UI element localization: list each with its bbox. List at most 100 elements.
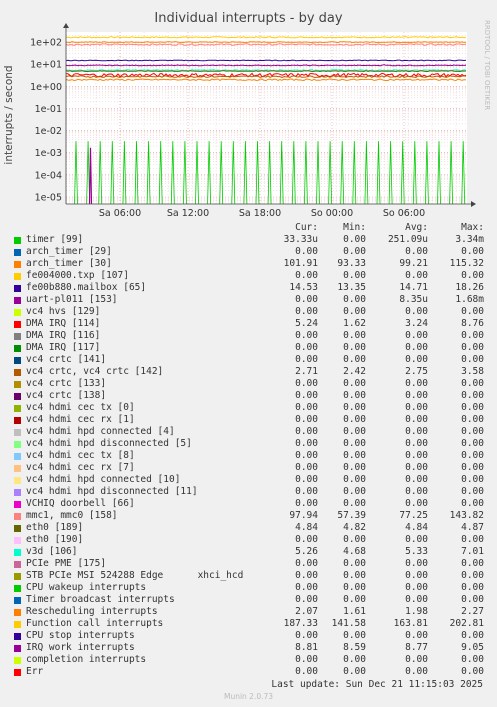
legend-row: Rescheduling interrupts 2.07 1.61 1.98 2.27 xyxy=(0,606,497,618)
legend-value-max: 0.00 xyxy=(461,654,484,665)
legend-value-avg: 0.00 xyxy=(405,438,428,449)
legend-value-min: 57.39 xyxy=(337,510,366,521)
legend-value-avg: 0.00 xyxy=(405,246,428,257)
legend-value-avg: 8.35u xyxy=(399,294,428,305)
legend-row: PCIe PME [175] 0.00 0.00 0.00 0.00 xyxy=(0,558,497,570)
legend-swatch xyxy=(14,345,21,352)
legend-row: DMA IRQ [116] 0.00 0.00 0.00 0.00 xyxy=(0,330,497,342)
legend-label: DMA IRQ [116] xyxy=(26,330,101,341)
legend-row: timer [99] 33.33u 0.00 251.09u 3.34m xyxy=(0,234,497,246)
legend-swatch xyxy=(14,597,21,604)
x-axis-arrow xyxy=(471,201,476,207)
legend-value-max: 9.05 xyxy=(461,642,484,653)
x-tick-label: Sa 06:00 xyxy=(99,208,141,219)
legend-swatch xyxy=(14,357,21,364)
legend-value-min: 93.33 xyxy=(337,258,366,269)
legend-value-min: 0.00 xyxy=(343,294,366,305)
legend-row: STB PCIe MSI 524288 Edge xhci_hcd 0.00 0.0… xyxy=(0,570,497,582)
legend-row: vc4 hdmi hpd connected [4] 0.00 0.00 0.00 0.… xyxy=(0,426,497,438)
legend-value-cur: 0.00 xyxy=(295,402,318,413)
legend-value-cur: 0.00 xyxy=(295,438,318,449)
y-tick-label: 1e+00 xyxy=(30,82,62,93)
legend-value-max: 143.82 xyxy=(449,510,484,521)
legend-row: uart-pl011 [153] 0.00 0.00 8.35u 1.68m xyxy=(0,294,497,306)
legend-value-avg: 0.00 xyxy=(405,342,428,353)
legend-row: VCHIQ doorbell [66] 0.00 0.00 0.00 0.00 xyxy=(0,498,497,510)
legend-value-cur: 0.00 xyxy=(295,414,318,425)
legend-header-avg: Avg: xyxy=(405,222,428,233)
legend-value-min: 0.00 xyxy=(343,234,366,245)
legend-value-cur: 0.00 xyxy=(295,498,318,509)
legend-value-max: 0.00 xyxy=(461,570,484,581)
legend-value-avg: 0.00 xyxy=(405,498,428,509)
x-tick-label: Sa 12:00 xyxy=(167,208,209,219)
legend-label: DMA IRQ [117] xyxy=(26,342,101,353)
legend-value-max: 8.76 xyxy=(461,318,484,329)
legend-value-avg: 77.25 xyxy=(399,510,428,521)
legend-swatch xyxy=(14,417,21,424)
legend-value-min: 0.00 xyxy=(343,498,366,509)
legend-value-max: 0.00 xyxy=(461,558,484,569)
legend-value-avg: 8.77 xyxy=(405,642,428,653)
legend-swatch xyxy=(14,369,21,376)
legend-value-avg: 4.84 xyxy=(405,522,428,533)
legend-value-max: 0.00 xyxy=(461,402,484,413)
legend-label: vc4 hdmi cec rx [1] xyxy=(26,414,135,425)
legend-label: eth0 [190] xyxy=(26,534,84,545)
legend-value-avg: 0.00 xyxy=(405,558,428,569)
legend-label: arch_timer [29] xyxy=(26,246,112,257)
legend-value-max: 0.00 xyxy=(461,270,484,281)
legend-value-min: 2.42 xyxy=(343,366,366,377)
legend-value-avg: 0.00 xyxy=(405,390,428,401)
legend-row: v3d [106] 5.26 4.68 5.33 7.01 xyxy=(0,546,497,558)
legend-swatch xyxy=(14,321,21,328)
legend-value-avg: 0.00 xyxy=(405,414,428,425)
legend-swatch xyxy=(14,261,21,268)
legend-row: fe004000.txp [107] 0.00 0.00 0.00 0.00 xyxy=(0,270,497,282)
legend-row: fe00b880.mailbox [65] 14.53 13.35 14.71 18.2… xyxy=(0,282,497,294)
legend-value-max: 0.00 xyxy=(461,342,484,353)
legend-value-max: 0.00 xyxy=(461,486,484,497)
legend-value-min: 0.00 xyxy=(343,414,366,425)
legend-value-min: 4.82 xyxy=(343,522,366,533)
legend-value-min: 0.00 xyxy=(343,654,366,665)
legend-row: Timer broadcast interrupts 0.00 0.00 0.00 0.… xyxy=(0,594,497,606)
legend-value-avg: 163.81 xyxy=(393,618,428,629)
legend-value-min: 0.00 xyxy=(343,378,366,389)
legend-label: vc4 crtc [138] xyxy=(26,390,107,401)
legend-value-min: 0.00 xyxy=(343,246,366,257)
legend-row: vc4 hdmi cec rx [7] 0.00 0.00 0.00 0.00 xyxy=(0,462,497,474)
legend-swatch xyxy=(14,525,21,532)
legend-row: vc4 hdmi cec tx [8] 0.00 0.00 0.00 0.00 xyxy=(0,450,497,462)
y-tick-label: 1e-01 xyxy=(35,104,62,115)
legend-value-max: 0.00 xyxy=(461,438,484,449)
legend-swatch xyxy=(14,573,21,580)
legend-label: vc4 hvs [129] xyxy=(26,306,101,317)
legend-value-max: 4.87 xyxy=(461,522,484,533)
legend-value-avg: 0.00 xyxy=(405,270,428,281)
legend-value-max: 0.00 xyxy=(461,246,484,257)
legend-value-cur: 0.00 xyxy=(295,594,318,605)
legend-value-cur: 2.07 xyxy=(295,606,318,617)
legend-row: completion interrupts 0.00 0.00 0.00 0.00 xyxy=(0,654,497,666)
legend-value-avg: 0.00 xyxy=(405,306,428,317)
legend-label: Rescheduling interrupts xyxy=(26,606,158,617)
legend-value-min: 0.00 xyxy=(343,426,366,437)
legend-value-max: 0.00 xyxy=(461,474,484,485)
legend-value-avg: 0.00 xyxy=(405,378,428,389)
legend-label: CPU wakeup interrupts xyxy=(26,582,147,593)
legend-label: PCIe PME [175] xyxy=(26,558,107,569)
legend-value-max: 0.00 xyxy=(461,594,484,605)
legend-value-min: 0.00 xyxy=(343,486,366,497)
legend-value-min: 0.00 xyxy=(343,666,366,677)
legend-value-max: 0.00 xyxy=(461,330,484,341)
legend-value-avg: 0.00 xyxy=(405,426,428,437)
legend-value-max: 0.00 xyxy=(461,426,484,437)
legend-row: eth0 [189] 4.84 4.82 4.84 4.87 xyxy=(0,522,497,534)
legend-value-cur: 4.84 xyxy=(295,522,318,533)
legend-value-cur: 0.00 xyxy=(295,462,318,473)
legend-value-min: 0.00 xyxy=(343,306,366,317)
legend-swatch xyxy=(14,489,21,496)
legend-swatch xyxy=(14,465,21,472)
legend-value-cur: 33.33u xyxy=(283,234,318,245)
